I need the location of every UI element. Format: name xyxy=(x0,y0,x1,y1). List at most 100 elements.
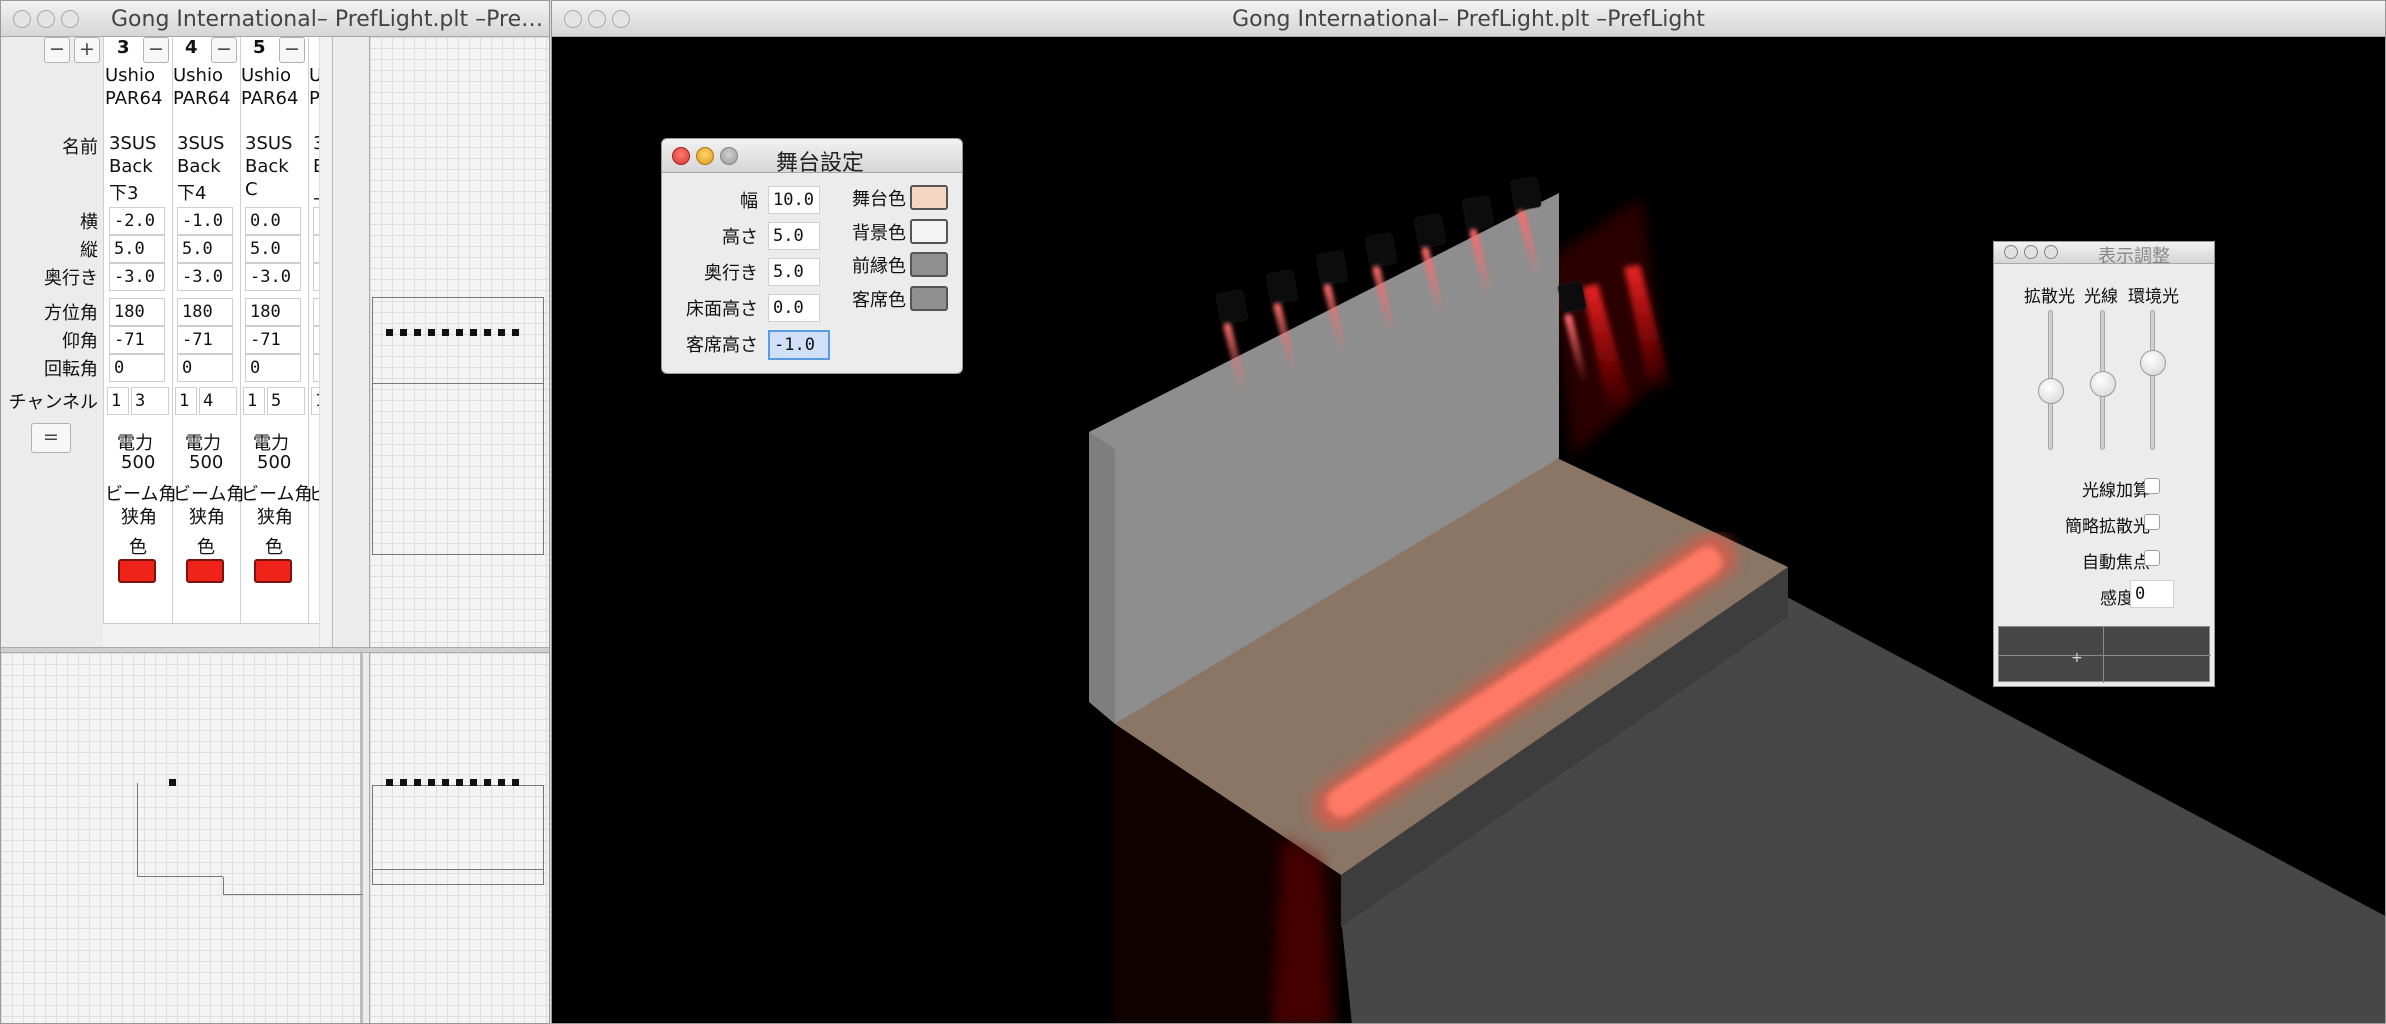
fixture-column[interactable]: 4 − Ushio PAR64 3SUS Back 下4 -1.0 5.0 -3… xyxy=(173,37,244,623)
minimize-icon[interactable] xyxy=(696,147,714,165)
fixture-depth-field[interactable]: -3.0 xyxy=(109,263,165,291)
front-view-panel[interactable] xyxy=(369,37,549,647)
light-fixture[interactable] xyxy=(1462,195,1494,231)
fixture-color-swatch[interactable] xyxy=(254,559,292,583)
fixture-azimuth-field[interactable]: 180 xyxy=(177,298,233,326)
front-edge-color-swatch[interactable] xyxy=(910,252,948,277)
stage-settings-title: 舞台設定 xyxy=(776,151,865,176)
fixture-column[interactable]: 6 Us PA 3S Ba 上 1 5 -3 1 - 0 1 電 5 ビ xyxy=(309,37,319,623)
fixture-beam[interactable]: 狭角 xyxy=(121,503,157,529)
fixture-rotation-field[interactable]: 0 xyxy=(177,354,233,382)
stage-depth-field[interactable]: 5.0 xyxy=(768,258,820,286)
fixture-rotation-field[interactable]: 0 xyxy=(109,354,165,382)
sensitivity-field[interactable]: 0 xyxy=(2130,580,2174,608)
zoom-icon[interactable] xyxy=(61,10,79,28)
ambient-light-slider-track[interactable] xyxy=(2150,310,2155,450)
ray-additive-checkbox[interactable] xyxy=(2144,478,2160,494)
audience-color-swatch[interactable] xyxy=(910,286,948,311)
diffuse-light-slider[interactable] xyxy=(2038,378,2064,405)
fixture-depth-field[interactable]: -3.0 xyxy=(177,263,233,291)
fixture-x-field[interactable]: -1.0 xyxy=(177,207,233,235)
fixture-y-field[interactable]: 5.0 xyxy=(177,235,233,263)
fixture-remove-button[interactable]: − xyxy=(143,37,169,63)
fixture-column[interactable]: 3 − Ushio PAR64 3SUS Back 下3 -2.0 5.0 -3… xyxy=(105,37,176,623)
auto-focus-checkbox[interactable] xyxy=(2144,550,2160,566)
fixture-x-field[interactable]: 1 xyxy=(313,207,319,235)
stage-color-label: 舞台色 xyxy=(852,189,906,210)
stage-height-field[interactable]: 5.0 xyxy=(768,222,820,250)
light-fixture[interactable] xyxy=(1365,232,1397,268)
fixture-channel-b-field[interactable]: 3 xyxy=(131,387,169,415)
top-view-panel[interactable] xyxy=(369,653,549,1023)
fixture-depth-field[interactable]: -3.0 xyxy=(245,263,301,291)
minimize-icon[interactable] xyxy=(37,10,55,28)
minimize-icon[interactable] xyxy=(2024,245,2038,259)
fixture-y-field[interactable]: 5.0 xyxy=(109,235,165,263)
stage-color-swatch[interactable] xyxy=(910,185,948,210)
fixture-azimuth-field[interactable]: 180 xyxy=(109,298,165,326)
stage-width-field[interactable]: 10.0 xyxy=(768,186,820,214)
close-icon[interactable] xyxy=(2004,245,2018,259)
row-label-elevation: 仰角 xyxy=(62,331,98,352)
fixture-channel-a-field[interactable]: 1 xyxy=(311,387,319,415)
fixture-color-label: 色 xyxy=(265,537,283,558)
floor-height-field[interactable]: 0.0 xyxy=(768,294,820,322)
fixture-remove-button[interactable]: − xyxy=(211,37,237,63)
fixture-beam[interactable]: 狭角 xyxy=(257,503,293,529)
light-fixture[interactable] xyxy=(1510,176,1542,212)
light-fixture[interactable] xyxy=(1557,281,1587,313)
light-fixture[interactable] xyxy=(1414,213,1446,249)
display-adjust-titlebar[interactable]: 表示調整 xyxy=(1994,242,2214,267)
fixture-channel-a-field[interactable]: 1 xyxy=(107,387,129,415)
close-icon[interactable] xyxy=(672,147,690,165)
fixture-remove-button[interactable]: − xyxy=(279,37,305,63)
fixture-rotation-field[interactable]: 0 xyxy=(245,354,301,382)
fixture-elevation-field[interactable]: -71 xyxy=(245,326,301,354)
fixture-power[interactable]: 500 xyxy=(189,452,223,473)
fixture-elevation-field[interactable]: -71 xyxy=(109,326,165,354)
fixture-channel-b-field[interactable]: 4 xyxy=(199,387,237,415)
fixture-y-field[interactable]: 5.0 xyxy=(245,235,301,263)
zoom-icon[interactable] xyxy=(720,147,738,165)
fixture-color-swatch[interactable] xyxy=(186,559,224,583)
fixture-channel-a-field[interactable]: 1 xyxy=(243,387,265,415)
main-window-titlebar[interactable]: Gong International– PrefLight.plt –PrefL… xyxy=(552,1,2385,37)
fixture-x-field[interactable]: -2.0 xyxy=(109,207,165,235)
add-icon[interactable]: + xyxy=(2071,650,2083,666)
ray-light-slider[interactable] xyxy=(2090,371,2116,398)
fixture-azimuth-field[interactable]: 1 xyxy=(313,298,319,326)
remove-column-button[interactable]: − xyxy=(44,37,70,63)
fixture-beam[interactable]: 狭角 xyxy=(189,503,225,529)
fixture-table: − + 名前 横 縦 奥行き 方位角 仰角 回転角 チャンネル = 3 − Us… xyxy=(1,37,333,647)
simple-diffuse-checkbox[interactable] xyxy=(2144,514,2160,530)
fixture-azimuth-field[interactable]: 180 xyxy=(245,298,301,326)
fixture-power[interactable]: 500 xyxy=(257,452,291,473)
ambient-light-slider[interactable] xyxy=(2140,350,2166,377)
fixture-depth-field[interactable]: -3 xyxy=(313,263,319,291)
left-window-titlebar[interactable]: Gong International– PrefLight.plt –Pre… xyxy=(1,1,549,37)
fixture-name-line1: 3S xyxy=(313,133,319,154)
fixture-color-swatch[interactable] xyxy=(118,559,156,583)
equals-button[interactable]: = xyxy=(31,423,71,453)
background-color-swatch[interactable] xyxy=(910,219,948,244)
fixture-columns: 3 − Ushio PAR64 3SUS Back 下3 -2.0 5.0 -3… xyxy=(105,37,319,623)
preview-pane[interactable]: + xyxy=(1998,626,2211,683)
light-fixture[interactable] xyxy=(1216,289,1248,325)
fixture-rotation-field[interactable]: 0 xyxy=(313,354,319,382)
fixture-x-field[interactable]: 0.0 xyxy=(245,207,301,235)
audience-height-field[interactable]: -1.0 xyxy=(768,330,830,360)
stage-settings-titlebar[interactable]: 舞台設定 xyxy=(662,139,962,176)
fixture-channel-b-field[interactable]: 5 xyxy=(267,387,305,415)
fixture-elevation-field[interactable]: - xyxy=(313,326,319,354)
close-icon[interactable] xyxy=(13,10,31,28)
fixture-elevation-field[interactable]: -71 xyxy=(177,326,233,354)
fixture-power[interactable]: 500 xyxy=(121,452,155,473)
fixture-channel-a-field[interactable]: 1 xyxy=(175,387,197,415)
light-fixture[interactable] xyxy=(1316,250,1348,286)
light-fixture[interactable] xyxy=(1266,269,1298,305)
vertical-scrollbar[interactable] xyxy=(319,37,331,647)
fixture-column[interactable]: 5 − Ushio PAR64 3SUS Back C 0.0 5.0 -3.0… xyxy=(241,37,312,623)
fixture-y-field[interactable]: 5 xyxy=(313,235,319,263)
add-column-button[interactable]: + xyxy=(74,37,100,63)
side-view-panel[interactable] xyxy=(1,653,363,1023)
